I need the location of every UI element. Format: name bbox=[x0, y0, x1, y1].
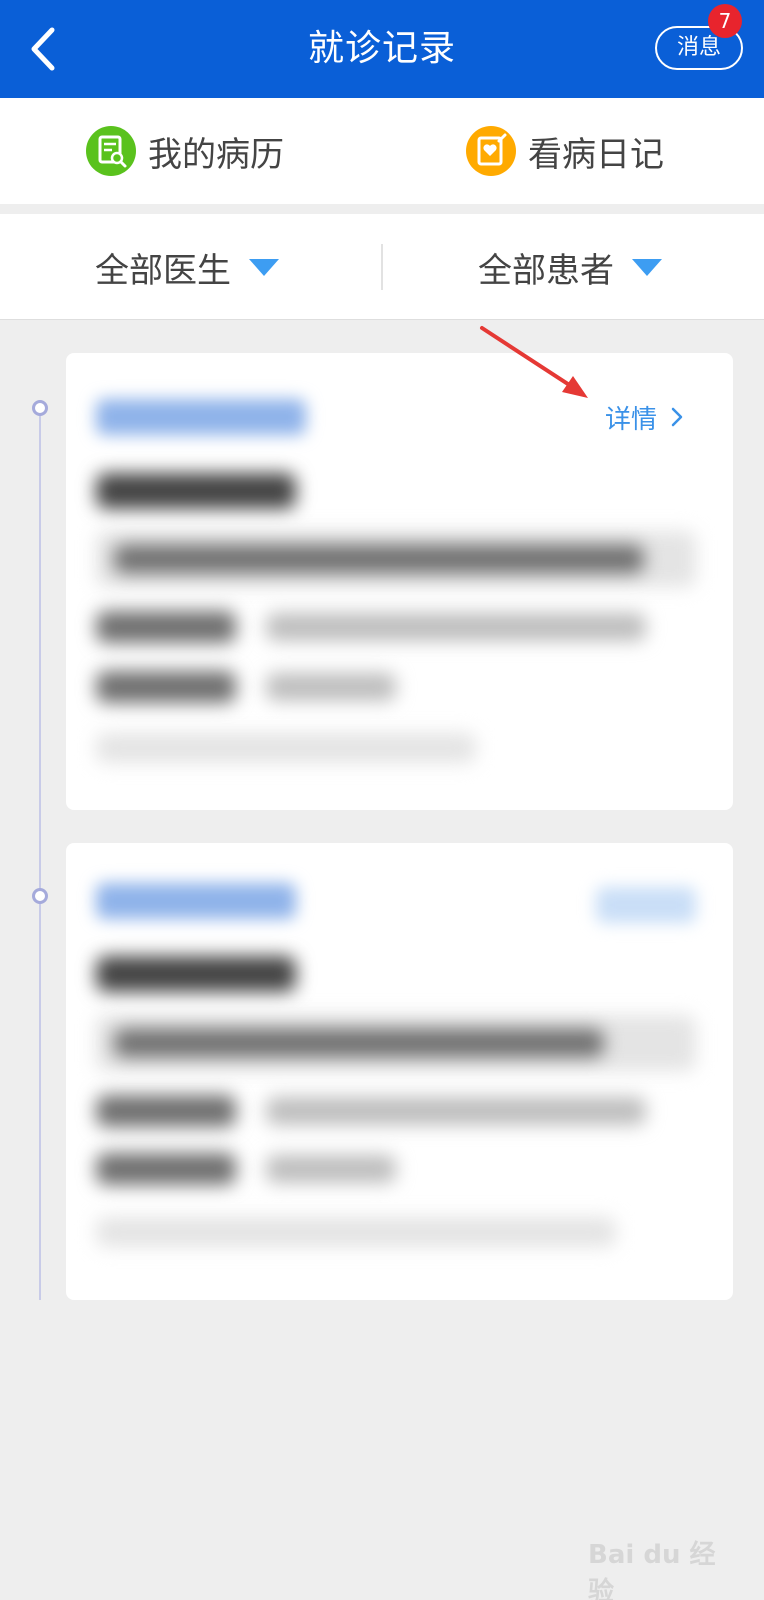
unread-count-badge: 7 bbox=[708, 4, 742, 38]
timeline-dot bbox=[32, 400, 48, 416]
blurred-field-value bbox=[266, 1155, 396, 1183]
dropdown-triangle-icon bbox=[632, 258, 662, 276]
dropdown-triangle-icon bbox=[249, 258, 279, 276]
timeline-line bbox=[39, 408, 41, 1300]
blurred-field-label bbox=[96, 671, 236, 703]
patient-filter-label: 全部患者 bbox=[478, 250, 614, 291]
page-title: 就诊记录 bbox=[307, 28, 456, 69]
blurred-diagnosis-text bbox=[114, 1029, 604, 1057]
annotation-arrow-icon bbox=[480, 326, 588, 398]
visit-diary-link[interactable]: 看病日记 bbox=[466, 124, 664, 178]
filter-divider bbox=[381, 244, 383, 290]
blurred-visit-date bbox=[96, 883, 296, 919]
blurred-detail-link bbox=[596, 887, 696, 923]
medical-record-search-icon bbox=[86, 126, 136, 176]
blurred-field-value bbox=[266, 1097, 646, 1125]
timeline-dot bbox=[32, 888, 48, 904]
blurred-field-value bbox=[266, 673, 396, 701]
baidu-jingyan-watermark: Bai du 经验 bbox=[588, 1540, 716, 1600]
doctor-filter-label: 全部医生 bbox=[95, 250, 231, 291]
blurred-patient-name bbox=[96, 956, 296, 992]
detail-label: 详情 bbox=[605, 404, 658, 435]
blurred-field-label bbox=[96, 1095, 236, 1127]
my-medical-records-link[interactable]: 我的病历 bbox=[86, 124, 284, 178]
app-header: 就诊记录 消息 7 bbox=[0, 0, 764, 98]
blurred-patient-name bbox=[96, 473, 296, 509]
blurred-visit-date bbox=[96, 399, 306, 435]
visit-record-card[interactable] bbox=[66, 843, 733, 1300]
blurred-field-label bbox=[96, 1153, 236, 1185]
doctor-filter-dropdown[interactable]: 全部医生 bbox=[95, 240, 279, 294]
blurred-footnote bbox=[96, 1217, 616, 1247]
blurred-field-value bbox=[266, 613, 646, 641]
record-detail-link[interactable]: 详情 bbox=[605, 396, 691, 438]
quick-links-bar: 我的病历 看病日记 bbox=[0, 98, 764, 204]
my-medical-records-label: 我的病历 bbox=[148, 134, 284, 175]
blurred-diagnosis-text bbox=[114, 545, 644, 573]
chevron-right-icon bbox=[671, 407, 683, 427]
diary-heart-icon bbox=[466, 126, 516, 176]
blurred-field-label bbox=[96, 611, 236, 643]
filter-bar: 全部医生 全部患者 bbox=[0, 214, 764, 320]
visit-diary-label: 看病日记 bbox=[528, 134, 664, 175]
patient-filter-dropdown[interactable]: 全部患者 bbox=[478, 240, 662, 294]
blurred-footnote bbox=[96, 733, 476, 763]
